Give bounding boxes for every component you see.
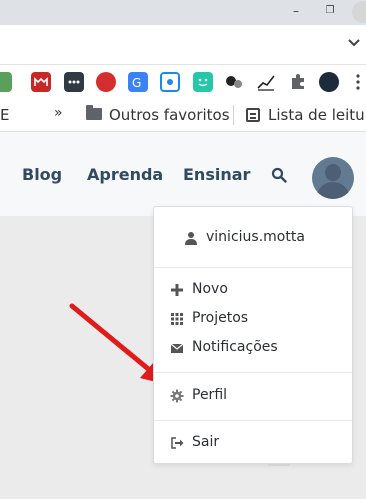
menu-dots-icon[interactable] bbox=[350, 72, 366, 92]
nav-link-ensinar[interactable]: Ensinar bbox=[183, 165, 250, 184]
avatar-head-shape bbox=[325, 164, 341, 181]
bookmarks-divider bbox=[233, 105, 234, 125]
menu-item-sair-label: Sair bbox=[192, 434, 220, 450]
dropdown-divider bbox=[154, 420, 352, 421]
grid-icon bbox=[171, 313, 183, 325]
extensions-toolbar: G bbox=[0, 65, 366, 99]
close-window-button[interactable] bbox=[352, 1, 366, 23]
menu-item-sair[interactable]: Sair bbox=[154, 431, 352, 455]
dropdown-username-row[interactable]: vinicius.motta bbox=[154, 226, 352, 250]
menu-item-projetos[interactable]: Projetos bbox=[154, 307, 352, 331]
sign-out-icon bbox=[171, 437, 184, 449]
extension-dots-icon[interactable] bbox=[64, 72, 84, 92]
envelope-icon bbox=[170, 343, 184, 353]
extension-green-icon[interactable] bbox=[0, 72, 12, 92]
chevron-down-icon[interactable] bbox=[346, 35, 362, 51]
gear-icon bbox=[170, 389, 184, 403]
nav-link-blog[interactable]: Blog bbox=[22, 165, 62, 184]
nav-link-aprenda[interactable]: Aprenda bbox=[87, 165, 163, 184]
user-icon bbox=[185, 232, 197, 245]
avatar-body-shape bbox=[316, 182, 350, 199]
site-header: Blog Aprenda Ensinar bbox=[0, 132, 366, 216]
extension-red-m-icon[interactable] bbox=[31, 72, 51, 92]
plus-icon bbox=[171, 284, 183, 296]
menu-item-projetos-label: Projetos bbox=[192, 310, 249, 326]
extension-chart-icon[interactable] bbox=[256, 72, 276, 92]
bookmarks-more-button[interactable]: » bbox=[54, 105, 63, 121]
extension-camera-icon[interactable] bbox=[160, 72, 180, 92]
dropdown-divider bbox=[154, 372, 352, 373]
profile-avatar-icon[interactable] bbox=[319, 72, 339, 92]
search-icon[interactable] bbox=[271, 167, 287, 183]
reading-list-button[interactable]: Lista de leitura bbox=[268, 106, 366, 124]
extension-balls-icon[interactable] bbox=[224, 72, 244, 92]
extension-face-icon[interactable] bbox=[193, 72, 213, 92]
menu-item-notificacoes-label: Notificações bbox=[192, 339, 278, 355]
dropdown-divider bbox=[154, 267, 352, 268]
minimize-button[interactable]: – bbox=[287, 2, 305, 20]
puzzle-icon[interactable] bbox=[288, 72, 308, 92]
menu-item-novo-label: Novo bbox=[192, 281, 228, 297]
svg-text:G: G bbox=[132, 76, 141, 90]
menu-item-novo[interactable]: Novo bbox=[154, 278, 352, 302]
extension-stop-hand-icon[interactable] bbox=[96, 72, 116, 92]
bookmark-truncated[interactable]: E bbox=[0, 106, 9, 124]
maximize-button[interactable]: ❐ bbox=[321, 2, 339, 20]
extension-translate-icon[interactable]: G bbox=[128, 72, 148, 92]
folder-icon bbox=[86, 105, 102, 120]
menu-item-perfil[interactable]: Perfil bbox=[154, 384, 352, 408]
dropdown-username: vinicius.motta bbox=[206, 229, 305, 245]
address-bar-row bbox=[0, 25, 366, 65]
user-avatar-button[interactable] bbox=[312, 157, 354, 199]
menu-item-notificacoes[interactable]: Notificações bbox=[154, 336, 352, 360]
browser-title-bar: – ❐ bbox=[0, 0, 366, 25]
reading-list-icon bbox=[246, 108, 260, 122]
other-bookmarks-folder[interactable]: Outros favoritos bbox=[109, 106, 230, 124]
menu-item-perfil-label: Perfil bbox=[192, 387, 228, 403]
user-dropdown-menu: vinicius.motta Novo Projetos Notificaçõe… bbox=[153, 206, 353, 464]
bookmarks-bar: E » Outros favoritos Lista de leitura bbox=[0, 99, 366, 132]
